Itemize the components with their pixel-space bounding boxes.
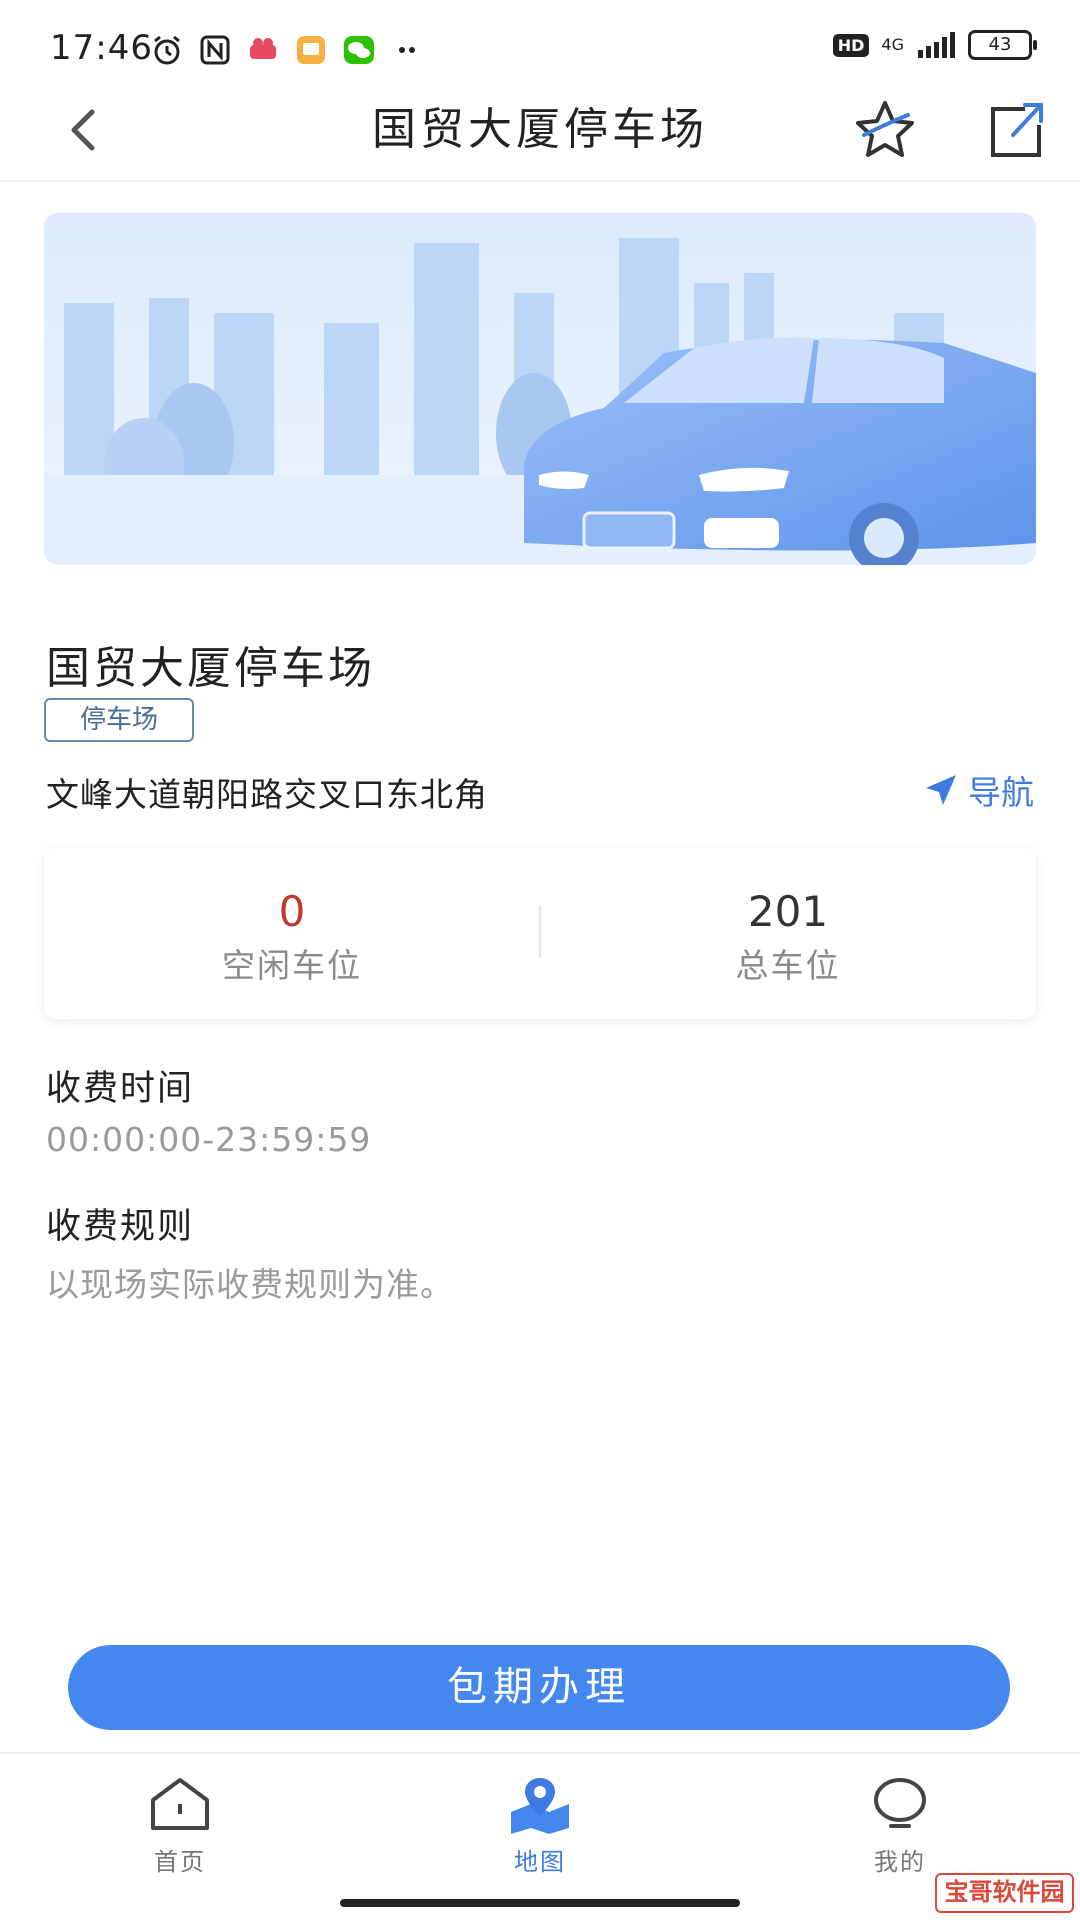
nfc-icon [200, 35, 230, 65]
signal-icon [918, 32, 955, 58]
bottom-tab-bar: 首页 地图 我的 [0, 1752, 1080, 1922]
tab-home-label: 首页 [154, 1848, 206, 1876]
hd-badge: HD [832, 33, 870, 57]
more-notifications-icon [399, 47, 415, 53]
parking-stats-card: 0 空闲车位 201 总车位 [44, 847, 1036, 1019]
fee-time-title: 收费时间 [46, 1069, 195, 1109]
map-icon [511, 1778, 569, 1834]
status-time: 17:46 [50, 28, 153, 68]
tab-profile-label: 我的 [874, 1848, 926, 1876]
message-app-icon [297, 36, 325, 64]
parking-lot-name: 国贸大厦停车场 [46, 643, 375, 694]
nav-bar: 国贸大厦停车场 [0, 95, 1080, 182]
fee-rule-value: 以现场实际收费规则为准。 [46, 1265, 454, 1304]
alarm-icon [154, 35, 180, 65]
wechat-icon [344, 36, 374, 64]
fee-time-value: 00:00:00-23:59:59 [46, 1120, 372, 1159]
notification-icons [150, 32, 424, 68]
tab-profile[interactable]: 我的 [800, 1774, 1000, 1877]
total-spaces-count: 201 [747, 887, 829, 936]
home-indicator[interactable] [340, 1899, 740, 1907]
navigation-arrow-icon [926, 775, 956, 805]
parking-banner-illustration [44, 213, 1036, 565]
share-icon[interactable] [985, 95, 1045, 165]
home-icon [151, 1778, 209, 1830]
status-bar: 17:46 HD 4G 43 [0, 0, 1080, 95]
free-spaces-count: 0 [278, 887, 306, 936]
free-spaces-stat: 0 空闲车位 [44, 847, 540, 1019]
network-label: 4G [881, 35, 904, 54]
favorite-star-icon[interactable] [850, 95, 920, 165]
fee-rule-title: 收费规则 [46, 1207, 195, 1247]
subscription-button[interactable]: 包期办理 [68, 1645, 1010, 1730]
tab-map-label: 地图 [514, 1848, 566, 1876]
gift-app-icon [250, 38, 276, 59]
tab-map[interactable]: 地图 [440, 1774, 640, 1877]
category-tag: 停车场 [44, 698, 194, 742]
navigate-button[interactable]: 导航 [922, 766, 1034, 814]
total-spaces-label: 总车位 [735, 946, 841, 985]
battery-indicator: 43 [968, 30, 1037, 60]
tab-home[interactable]: 首页 [80, 1774, 280, 1877]
total-spaces-stat: 201 总车位 [540, 847, 1036, 1019]
profile-icon [874, 1778, 926, 1828]
navigate-label: 导航 [968, 773, 1034, 812]
system-indicators: HD 4G 43 [832, 30, 1037, 60]
watermark-logo: 宝哥软件园 [935, 1873, 1074, 1913]
free-spaces-label: 空闲车位 [222, 946, 362, 985]
address-text: 文峰大道朝阳路交叉口东北角 [46, 775, 488, 814]
